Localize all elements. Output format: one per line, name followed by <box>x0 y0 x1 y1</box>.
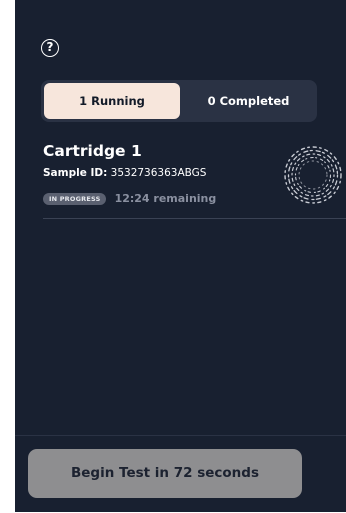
status-segmented-control: 1 Running 0 Completed <box>41 80 317 122</box>
tab-running[interactable]: 1 Running <box>44 83 180 119</box>
time-remaining: 12:24 remaining <box>114 192 217 205</box>
status-row: IN PROGRESS 12:24 remaining <box>43 188 216 207</box>
begin-test-button[interactable]: Begin Test in 72 seconds <box>28 449 302 498</box>
cartridge-title: Cartridge 1 <box>43 142 142 160</box>
app-panel: ? 1 Running 0 Completed Cartridge 1 Samp… <box>15 0 346 512</box>
tab-completed[interactable]: 0 Completed <box>182 83 315 119</box>
sample-id-row: Sample ID: 3532736363ABGS <box>43 167 206 179</box>
dna-ring-spinner-icon <box>284 146 342 204</box>
status-badge: IN PROGRESS <box>43 192 107 205</box>
sample-id-value: 3532736363ABGS <box>110 167 207 179</box>
cartridge-card[interactable]: Cartridge 1 Sample ID: 3532736363ABGS IN… <box>43 140 346 219</box>
sample-id-label: Sample ID: <box>43 167 108 179</box>
help-icon[interactable]: ? <box>41 39 59 57</box>
